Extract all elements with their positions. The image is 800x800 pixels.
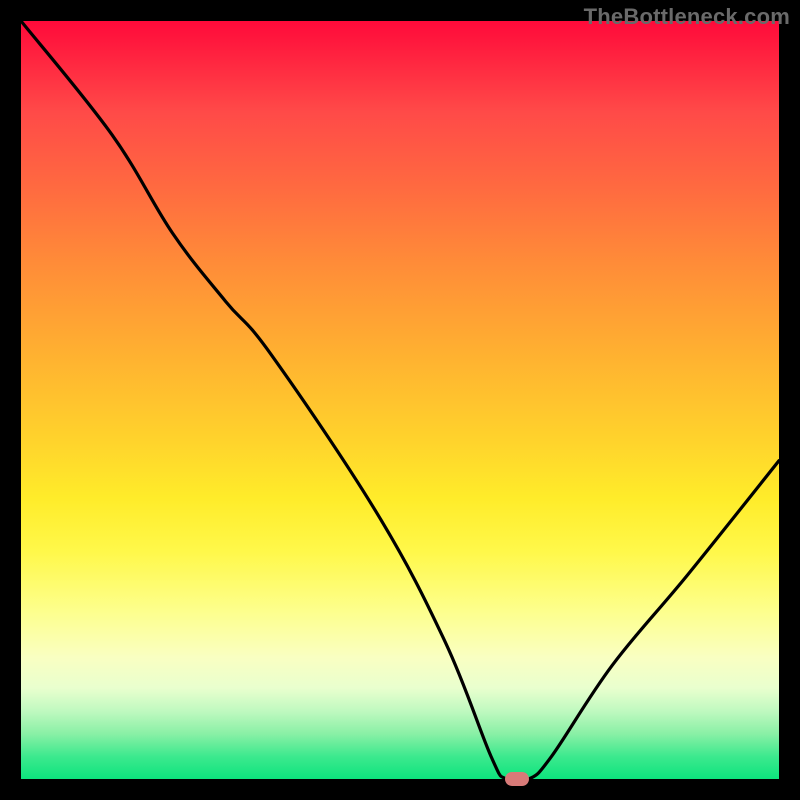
watermark-text: TheBottleneck.com <box>584 4 790 30</box>
chart-frame: TheBottleneck.com <box>0 0 800 800</box>
plot-area <box>21 21 779 779</box>
curve-line <box>21 21 779 779</box>
optimum-marker <box>505 772 529 786</box>
bottleneck-curve <box>21 21 779 779</box>
